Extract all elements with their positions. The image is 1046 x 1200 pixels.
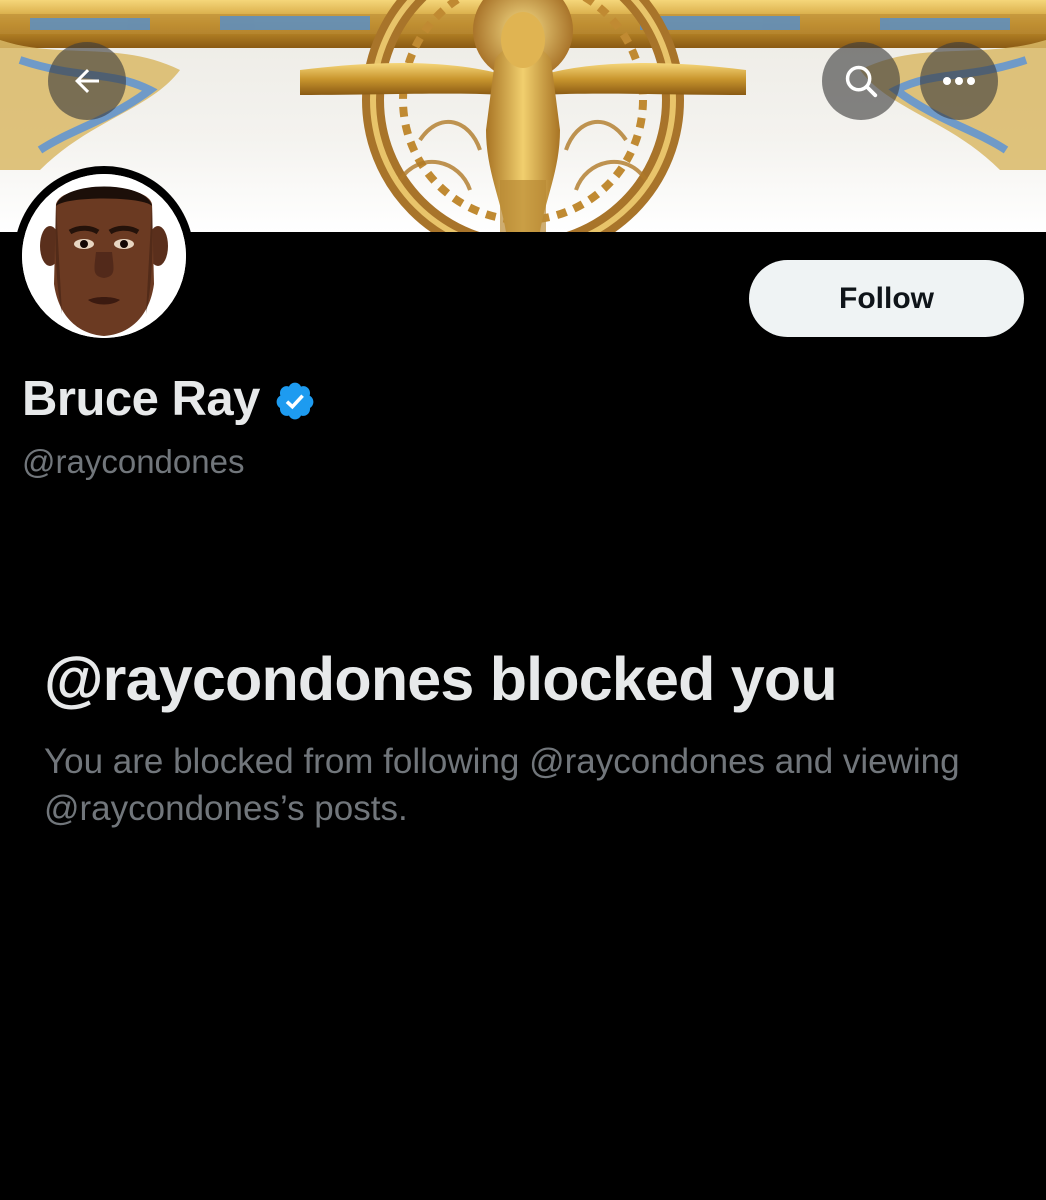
- search-icon: [845, 65, 878, 98]
- avatar-photo: [22, 174, 186, 338]
- verified-badge-icon[interactable]: [274, 380, 316, 422]
- avatar[interactable]: [14, 166, 194, 346]
- more-options-button[interactable]: [920, 42, 998, 120]
- back-button[interactable]: [48, 42, 126, 120]
- display-name: Bruce Ray: [22, 372, 260, 426]
- follow-button[interactable]: Follow: [749, 260, 1024, 337]
- blocked-description: You are blocked from following @raycondo…: [44, 742, 960, 828]
- avatar-photo-frame: [22, 174, 186, 338]
- profile-name-row: Bruce Ray: [22, 368, 316, 430]
- search-button[interactable]: [822, 42, 900, 120]
- profile-handle: @raycondones: [22, 443, 245, 480]
- blocked-title: @raycondones blocked you: [44, 645, 838, 713]
- arrow-left-icon: [75, 69, 99, 93]
- more-horizontal-icon: [943, 77, 975, 85]
